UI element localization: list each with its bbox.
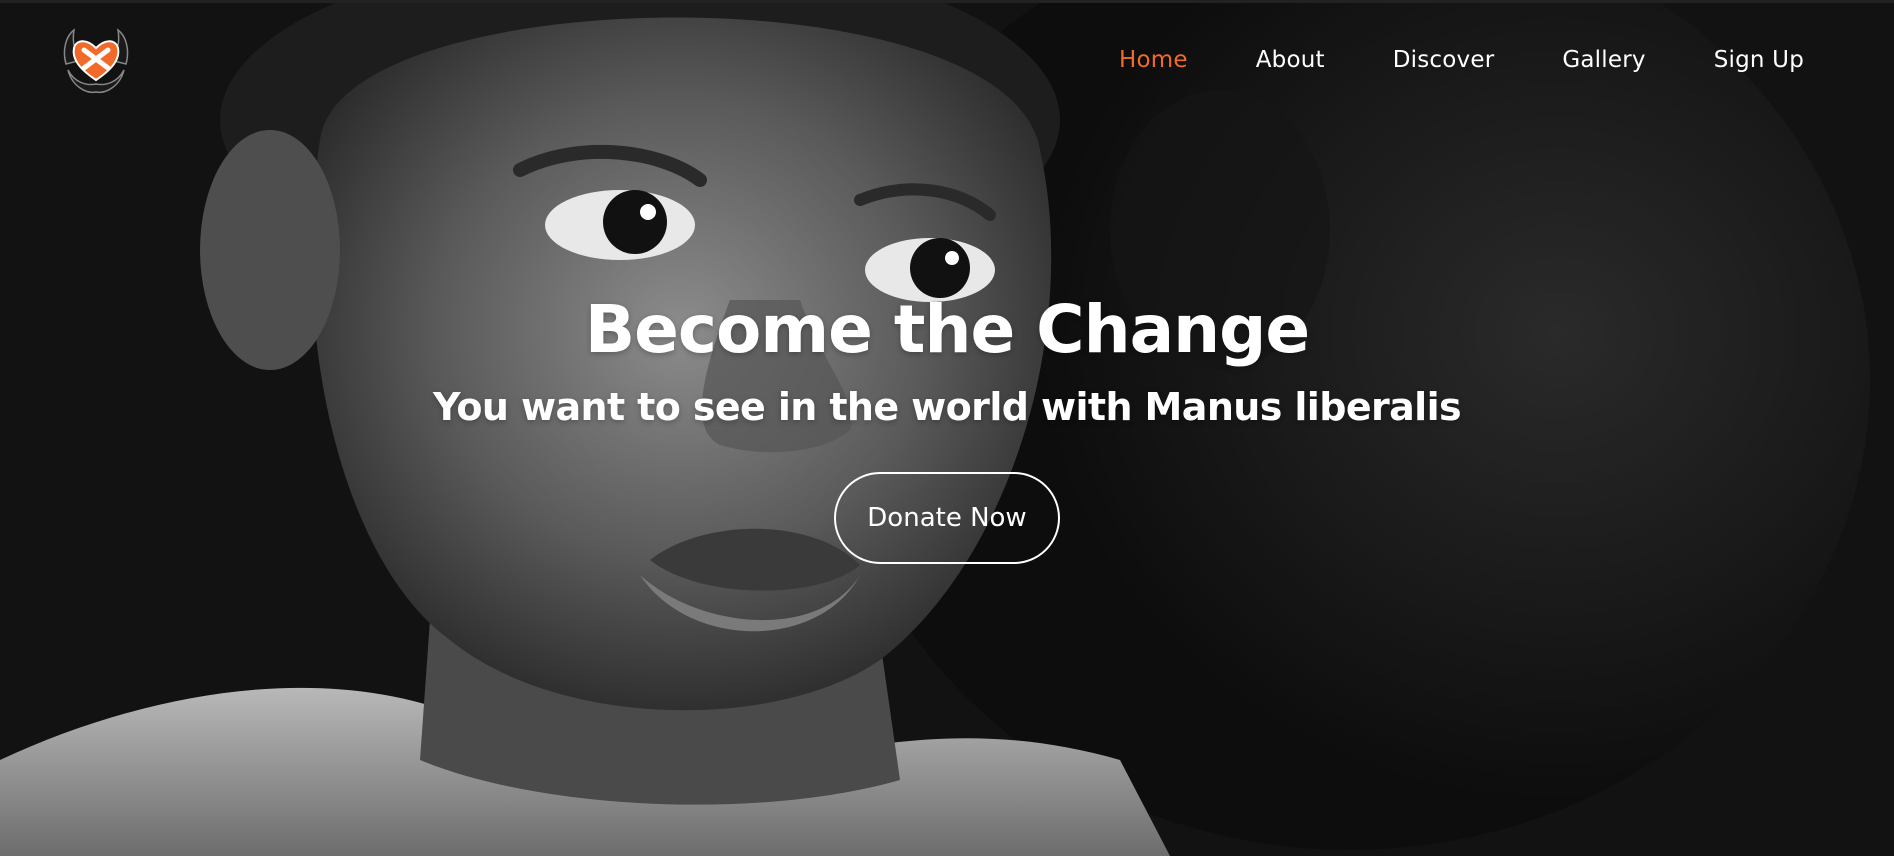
heart-in-hands-icon[interactable] bbox=[58, 20, 134, 100]
hero-section: Home About Discover Gallery Sign Up Beco… bbox=[0, 0, 1894, 856]
nav-gallery[interactable]: Gallery bbox=[1562, 44, 1645, 76]
hero-title: Become the Change bbox=[584, 291, 1310, 368]
donate-now-button[interactable]: Donate Now bbox=[834, 472, 1060, 564]
nav-sign-up[interactable]: Sign Up bbox=[1714, 44, 1804, 76]
top-border bbox=[0, 0, 1894, 3]
nav-discover[interactable]: Discover bbox=[1393, 44, 1495, 76]
hero-subtitle: You want to see in the world with Manus … bbox=[432, 385, 1462, 429]
main-navigation: Home About Discover Gallery Sign Up bbox=[1051, 44, 1804, 76]
nav-about[interactable]: About bbox=[1256, 44, 1325, 76]
nav-home[interactable]: Home bbox=[1119, 44, 1188, 76]
